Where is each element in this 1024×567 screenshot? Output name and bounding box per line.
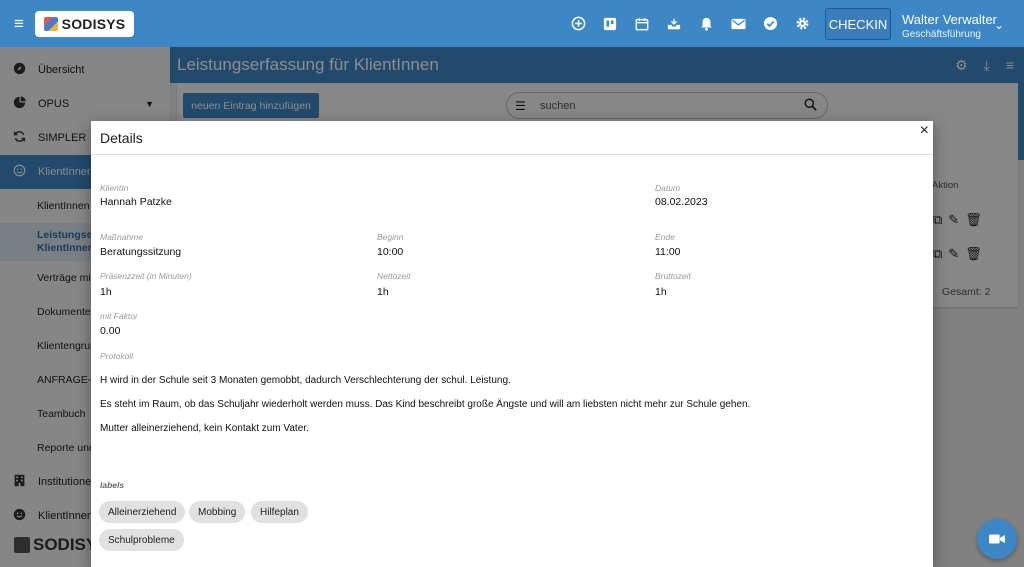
field-label-ende: Ende bbox=[655, 232, 675, 242]
field-value-praesenzzeit: 1h bbox=[100, 286, 112, 298]
brand-name: SODISYS bbox=[61, 15, 126, 32]
field-label-praesenzzeit: Präsenzzeit (in Minuten) bbox=[100, 271, 192, 281]
protokoll-line: H wird in der Schule seit 3 Monaten gemo… bbox=[100, 375, 511, 386]
video-call-button[interactable] bbox=[977, 519, 1017, 559]
field-value-massnahme: Beratungssitzung bbox=[100, 246, 182, 258]
video-camera-icon bbox=[989, 534, 1005, 544]
label-chip-mobbing[interactable]: Mobbing bbox=[189, 501, 246, 523]
trello-icon[interactable] bbox=[596, 10, 624, 38]
field-value-nettozeit: 1h bbox=[377, 286, 389, 298]
field-label-faktor: mit Faktor bbox=[100, 311, 138, 321]
chevron-down-icon: ⌄ bbox=[994, 18, 1005, 32]
labels-title: labels bbox=[100, 480, 125, 490]
details-dialog: Details × KlientIn Hannah Patzke Datum 0… bbox=[91, 121, 933, 567]
check-circle-icon[interactable] bbox=[756, 10, 784, 38]
field-label-klientin: KlientIn bbox=[100, 183, 129, 193]
protokoll-line: Mutter alleinerziehend, kein Kontakt zum… bbox=[100, 423, 309, 434]
field-value-beginn: 10:00 bbox=[377, 246, 404, 258]
field-value-datum: 08.02.2023 bbox=[655, 196, 708, 208]
mail-icon[interactable] bbox=[724, 10, 752, 38]
gear-icon[interactable] bbox=[788, 10, 816, 38]
logo-cube-icon bbox=[43, 16, 58, 31]
plus-circle-icon[interactable] bbox=[564, 10, 592, 38]
label-chip-schulprobleme[interactable]: Schulprobleme bbox=[99, 529, 184, 551]
field-value-ende: 11:00 bbox=[655, 246, 681, 258]
field-label-massnahme: Maßnahme bbox=[100, 232, 143, 242]
field-label-bruttozeit: Bruttozeit bbox=[655, 271, 691, 281]
close-icon[interactable]: × bbox=[920, 122, 929, 140]
dialog-divider bbox=[91, 154, 933, 155]
menu-icon[interactable]: ≡ bbox=[0, 14, 38, 34]
field-value-klientin: Hannah Patzke bbox=[100, 196, 172, 208]
bell-icon[interactable] bbox=[692, 10, 720, 38]
protokoll-line: Es steht im Raum, ob das Schuljahr wiede… bbox=[100, 399, 751, 410]
field-value-bruttozeit: 1h bbox=[655, 286, 667, 298]
label-chip-alleinerziehend[interactable]: Alleinerziehend bbox=[99, 501, 186, 523]
field-label-protokoll: Protokoll bbox=[100, 351, 134, 361]
checkin-button[interactable]: CHECKIN bbox=[825, 8, 891, 40]
label-chip-hilfeplan[interactable]: Hilfeplan bbox=[251, 501, 308, 523]
user-name: Walter Verwalter bbox=[902, 12, 997, 27]
top-icon-group bbox=[564, 0, 820, 47]
field-value-faktor: 0.00 bbox=[100, 325, 121, 337]
inbox-icon[interactable] bbox=[660, 10, 688, 38]
user-menu[interactable]: Walter Verwalter Geschäftsführung ⌄ bbox=[902, 12, 1004, 40]
field-label-beginn: Beginn bbox=[377, 232, 404, 242]
brand-logo[interactable]: SODISYS bbox=[35, 10, 134, 37]
dialog-title: Details bbox=[100, 130, 143, 146]
field-label-nettozeit: Nettozeit bbox=[377, 271, 411, 281]
user-role: Geschäftsführung bbox=[902, 29, 981, 40]
calendar-icon[interactable] bbox=[628, 10, 656, 38]
field-label-datum: Datum bbox=[655, 183, 681, 193]
